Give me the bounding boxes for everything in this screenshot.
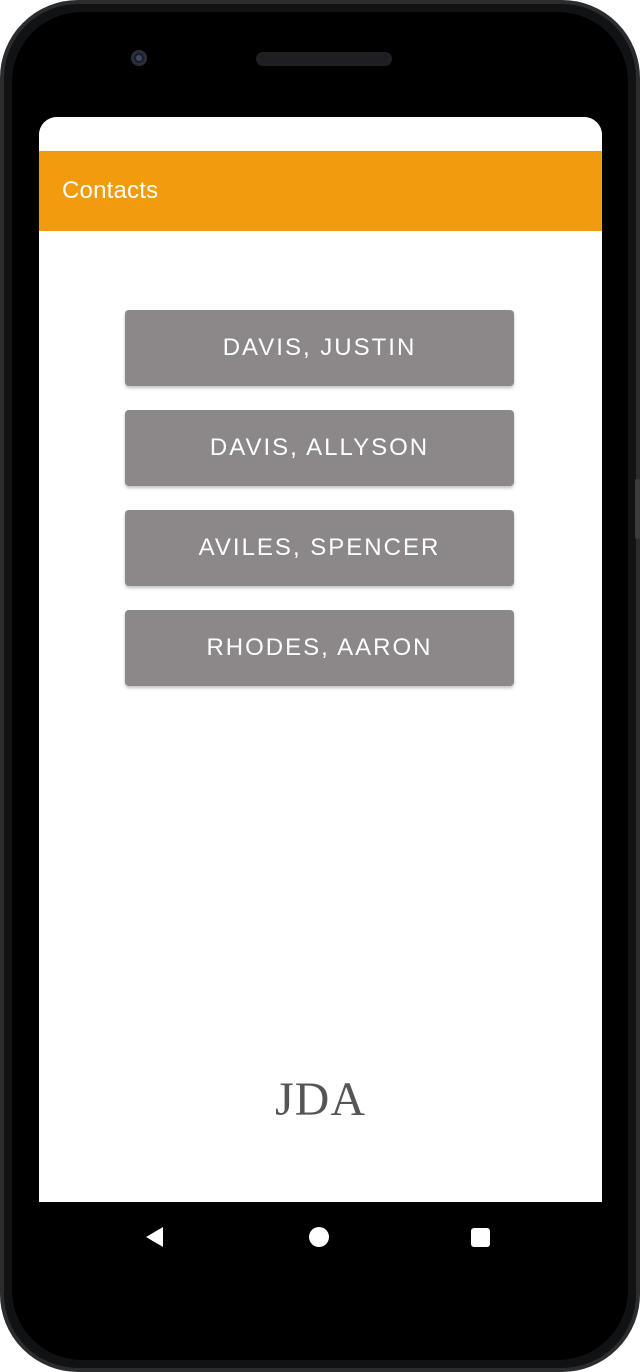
- back-icon[interactable]: [146, 1227, 163, 1247]
- recents-icon[interactable]: [471, 1228, 490, 1247]
- contact-button[interactable]: RHODES, AARON: [125, 610, 514, 686]
- jda-logo: JDA: [274, 1073, 366, 1126]
- contact-button[interactable]: DAVIS, JUSTIN: [125, 310, 514, 386]
- contact-button[interactable]: AVILES, SPENCER: [125, 510, 514, 586]
- phone-frame: Contacts DAVIS, JUSTIN DAVIS, ALLYSON AV…: [0, 0, 640, 1372]
- app-title: Contacts: [62, 177, 159, 204]
- app-bar: Contacts: [39, 151, 602, 231]
- home-icon[interactable]: [309, 1227, 329, 1247]
- navigation-bar: [39, 1202, 602, 1272]
- power-button: [635, 479, 640, 539]
- status-bar: [39, 117, 602, 151]
- contact-list: DAVIS, JUSTIN DAVIS, ALLYSON AVILES, SPE…: [125, 310, 514, 710]
- app-screen: Contacts DAVIS, JUSTIN DAVIS, ALLYSON AV…: [39, 117, 602, 1202]
- contact-button[interactable]: DAVIS, ALLYSON: [125, 410, 514, 486]
- front-camera-icon: [131, 50, 147, 66]
- earpiece-speaker: [256, 52, 392, 66]
